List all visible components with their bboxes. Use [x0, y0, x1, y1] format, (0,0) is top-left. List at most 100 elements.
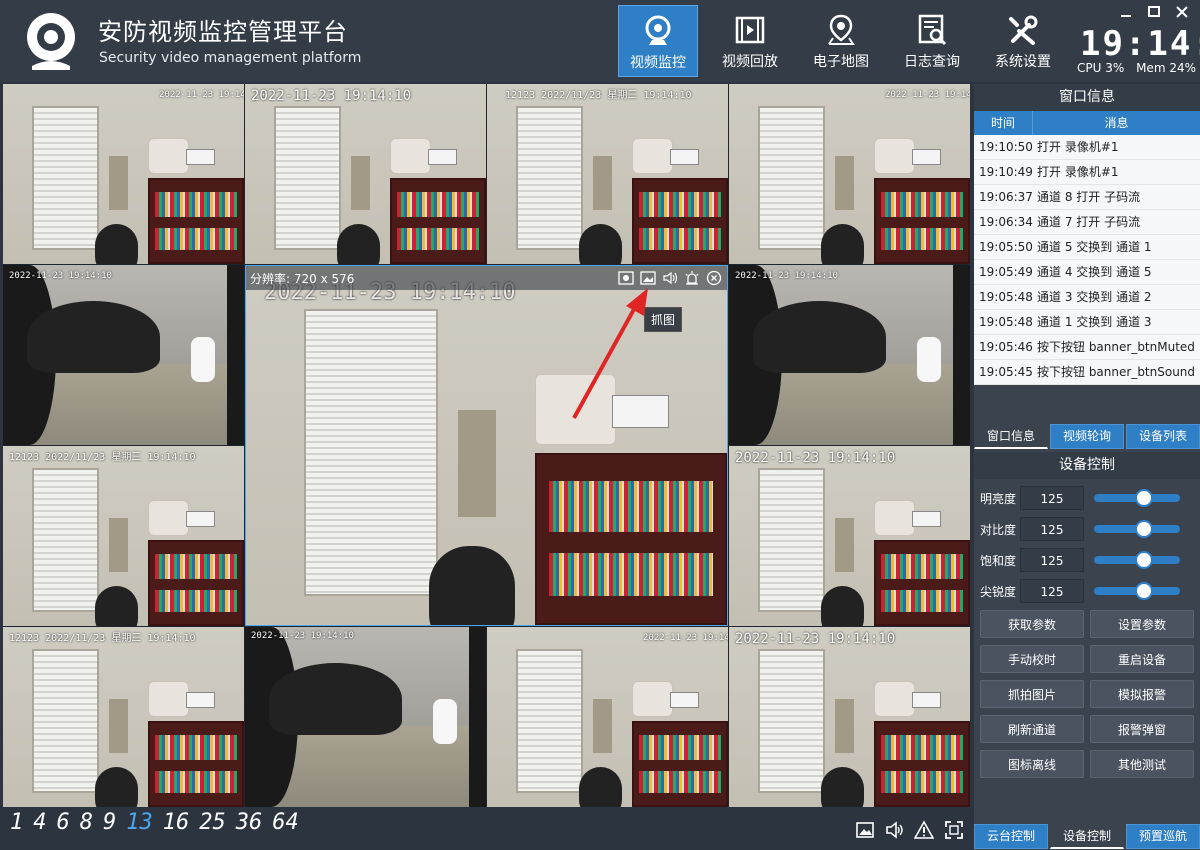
log-row[interactable]: 19:05:49 通道 4 交换到 通道 5	[974, 260, 1200, 285]
video-timestamp-osd: 2022-11-23 19:14:10	[159, 90, 244, 100]
log-time: 19:06:34	[979, 215, 1033, 229]
log-row[interactable]: 19:05:50 通道 5 交换到 通道 1	[974, 235, 1200, 260]
fullscreen-icon[interactable]	[944, 820, 964, 840]
layout-option-6[interactable]: 6	[57, 810, 70, 846]
log-row[interactable]: 19:10:49 打开 录像机#1	[974, 160, 1200, 185]
tab-preset-cruise[interactable]: 预置巡航	[1126, 824, 1200, 849]
nav-system-settings[interactable]: 系统设置	[983, 5, 1063, 77]
slider-value-input[interactable]: 125	[1020, 517, 1084, 541]
tab-window-info[interactable]: 窗口信息	[974, 424, 1048, 449]
manual-time-sync-button[interactable]: 手动校时	[980, 645, 1084, 673]
log-row[interactable]: 19:05:46 按下按钮 banner_btnMuted	[974, 335, 1200, 360]
layout-option-9[interactable]: 9	[103, 810, 116, 846]
tab-ptz-control[interactable]: 云台控制	[974, 824, 1048, 849]
slider-value-input[interactable]: 125	[1020, 548, 1084, 572]
layout-option-25[interactable]: 25	[199, 810, 226, 846]
video-channel-window[interactable]: 2022-11-23 19:14:10	[3, 265, 244, 445]
tab-device-control[interactable]: 设备控制	[1050, 824, 1124, 849]
log-row[interactable]: 19:05:48 通道 3 交换到 通道 2	[974, 285, 1200, 310]
video-channel-window[interactable]: 2022-11-23 19:14:10	[729, 84, 970, 264]
restart-device-button[interactable]: 重启设备	[1090, 645, 1194, 673]
set-params-button[interactable]: 设置参数	[1090, 610, 1194, 638]
nav-video-playback[interactable]: 视频回放	[710, 5, 790, 77]
slider-handle[interactable]	[1135, 520, 1153, 538]
slider-handle[interactable]	[1135, 489, 1153, 507]
video-channel-window[interactable]: 2022-11-23 19:14:10	[487, 627, 728, 807]
selected-video-window[interactable]: 2022-11-23 19:14:10 分辨率: 720 x 576 抓图	[245, 265, 728, 626]
layout-option-4[interactable]: 4	[33, 810, 46, 846]
log-time: 19:10:50	[979, 140, 1033, 154]
slider-label: 尖锐度	[980, 585, 1017, 599]
nav-label: 视频回放	[722, 54, 778, 70]
other-test-button[interactable]: 其他测试	[1090, 750, 1194, 778]
nav-video-monitor[interactable]: 视频监控	[618, 5, 698, 77]
video-channel-window[interactable]: 12123 2022/11/23 星期三 19:14:10	[3, 446, 244, 626]
video-channel-window[interactable]: 12123 2022/11/23 星期三 19:14:10	[487, 84, 728, 264]
log-message: 通道 8 打开 子码流	[1037, 190, 1141, 204]
slider-handle[interactable]	[1135, 551, 1153, 569]
slider-track[interactable]	[1094, 520, 1180, 538]
log-time: 19:05:46	[979, 340, 1033, 354]
layout-option-36[interactable]: 36	[236, 810, 263, 846]
nav-log-query[interactable]: 日志查询	[892, 5, 972, 77]
capture-image-button[interactable]: 抓拍图片	[980, 680, 1084, 708]
record-icon[interactable]	[618, 271, 634, 285]
video-channel-window[interactable]: 2022-11-23 19:14:10	[245, 84, 486, 264]
window-info-title: 窗口信息	[974, 84, 1200, 111]
webcam-logo-icon	[27, 13, 75, 70]
slider-value-input[interactable]: 125	[1020, 486, 1084, 510]
alarm-icon[interactable]	[684, 270, 700, 286]
side-panel: 窗口信息 时间 消息 19:10:50 打开 录像机#1 19:10:49 打开 录像…	[974, 84, 1200, 850]
log-row[interactable]: 19:10:50 打开 录像机#1	[974, 135, 1200, 160]
video-timestamp-osd: 2022-11-23 19:14:10	[251, 631, 354, 641]
camera-feed-room	[3, 84, 244, 264]
refresh-channel-button[interactable]: 刷新通道	[980, 715, 1084, 743]
slider-value-input[interactable]: 125	[1020, 579, 1084, 603]
log-row[interactable]: 19:06:37 通道 8 打开 子码流	[974, 185, 1200, 210]
camera-feed-fisheye	[3, 265, 244, 445]
slider-track[interactable]	[1094, 489, 1180, 507]
system-usage: CPU 3% Mem 24%	[1077, 61, 1196, 75]
layout-option-16[interactable]: 16	[163, 810, 190, 846]
snapshot-icon[interactable]	[855, 820, 875, 840]
sound-icon[interactable]	[884, 820, 904, 840]
column-message: 消息	[1104, 116, 1129, 130]
get-params-button[interactable]: 获取参数	[980, 610, 1084, 638]
log-row[interactable]: 19:05:48 通道 1 交换到 通道 3	[974, 310, 1200, 335]
layout-option-64[interactable]: 64	[272, 810, 299, 846]
video-channel-window[interactable]: 2022-11-23 19:14:10	[729, 627, 970, 807]
video-channel-window[interactable]: 2022-11-23 19:14:10	[729, 446, 970, 626]
video-channel-window[interactable]: 2022-11-23 19:14:10	[245, 627, 486, 807]
tab-video-polling[interactable]: 视频轮询	[1050, 424, 1124, 449]
layout-option-13[interactable]: 13	[126, 810, 153, 846]
minimize-icon[interactable]	[1118, 6, 1134, 21]
slider-label: 对比度	[980, 523, 1017, 537]
icon-offline-button[interactable]: 图标离线	[980, 750, 1084, 778]
layout-option-8[interactable]: 8	[80, 810, 93, 846]
close-icon[interactable]	[1174, 6, 1190, 21]
video-channel-window[interactable]: 2022-11-23 19:14:10	[3, 84, 244, 264]
simulate-alarm-button[interactable]: 模拟报警	[1090, 680, 1194, 708]
video-timestamp-osd: 2022-11-23 19:14:10	[735, 631, 896, 647]
info-tabs: 窗口信息 视频轮询 设备列表	[974, 424, 1200, 449]
log-message: 通道 1 交换到 通道 3	[1037, 315, 1152, 329]
nav-e-map[interactable]: 电子地图	[801, 5, 881, 77]
snapshot-icon[interactable]	[640, 271, 656, 285]
log-row[interactable]: 19:05:45 按下按钮 banner_btnSound	[974, 360, 1200, 385]
log-row[interactable]: 19:06:34 通道 7 打开 子码流	[974, 210, 1200, 235]
close-icon[interactable]	[706, 270, 722, 286]
slider-track[interactable]	[1094, 551, 1180, 569]
maximize-icon[interactable]	[1146, 6, 1162, 21]
tab-device-list[interactable]: 设备列表	[1126, 424, 1200, 449]
alarm-icon[interactable]	[914, 820, 934, 840]
layout-option-1[interactable]: 1	[10, 810, 23, 846]
slider-track[interactable]	[1094, 582, 1180, 600]
video-channel-window[interactable]: 2022-11-23 19:14:10	[729, 265, 970, 445]
slider-handle[interactable]	[1135, 582, 1153, 600]
nav-label: 电子地图	[813, 54, 869, 70]
video-channel-window[interactable]: 12123 2022/11/23 星期三 19:14:10	[3, 627, 244, 807]
video-timestamp-osd: 12123 2022/11/23 星期三 19:14:10	[9, 633, 196, 644]
sound-icon[interactable]	[662, 271, 678, 285]
alarm-popup-button[interactable]: 报警弹窗	[1090, 715, 1194, 743]
camera-icon	[645, 15, 671, 45]
